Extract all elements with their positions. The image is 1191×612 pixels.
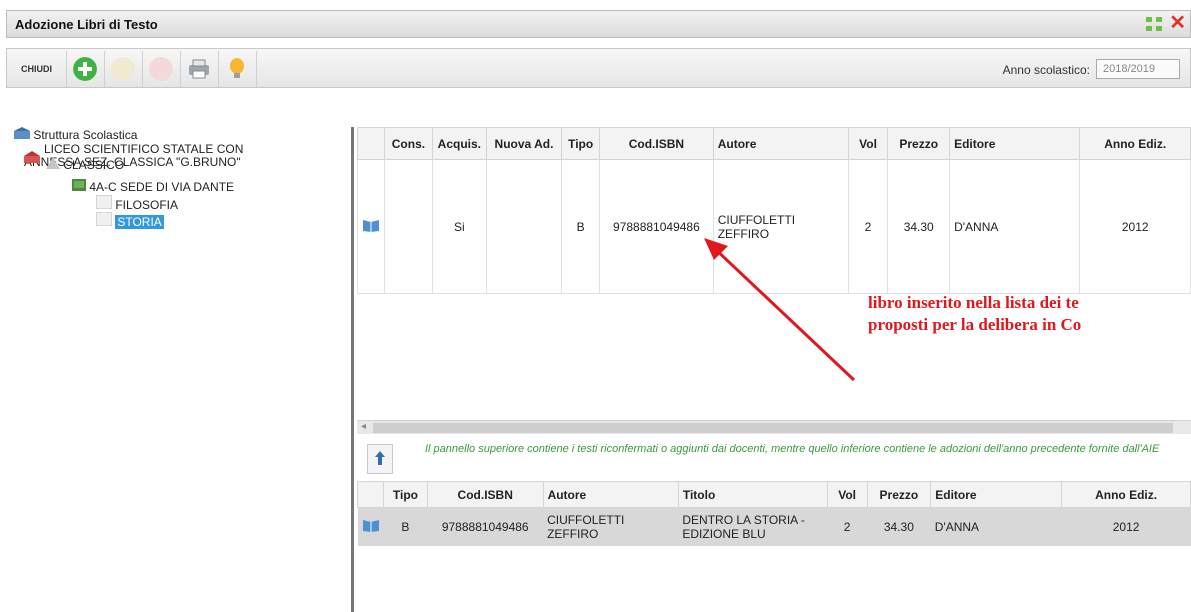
table-header-editore[interactable]: Editore xyxy=(949,127,1081,160)
cell-prezzo: 34.30 xyxy=(887,159,951,294)
table-header-titolo[interactable]: Titolo xyxy=(677,481,828,508)
table-header-prezzo[interactable]: Prezzo xyxy=(866,481,932,508)
close-button[interactable]: CHIUDI xyxy=(7,51,67,87)
scroll-left-icon[interactable]: ◂ xyxy=(361,421,366,432)
cell-tipo: B xyxy=(383,507,428,546)
table-header-anno[interactable]: Anno Ediz. xyxy=(1061,481,1191,508)
table-header xyxy=(357,481,384,508)
add-icon xyxy=(73,57,97,81)
tree-panel: Struttura Scolastica LICEO SCIENTIFICO S… xyxy=(6,127,354,612)
book-icon xyxy=(363,220,379,232)
info-bar: Il pannello superiore contiene i testi r… xyxy=(357,436,1191,478)
tree-node-class[interactable]: 4A-C SEDE DI VIA DANTE xyxy=(72,179,234,194)
subject-icon xyxy=(95,194,113,210)
toolbar: CHIUDI Anno scolastico: 2018/2019 xyxy=(6,48,1191,88)
arrow-up-icon xyxy=(375,451,385,465)
cell-editore: D'ANNA xyxy=(949,159,1081,294)
maximize-icon[interactable] xyxy=(1146,17,1162,31)
school-structure-icon xyxy=(14,127,30,139)
cell-tipo: B xyxy=(561,159,601,294)
cell-nuova xyxy=(485,159,563,294)
tree-subject-label: FILOSOFIA xyxy=(115,198,179,212)
window-titlebar: Adozione Libri di Testo ✕ xyxy=(6,10,1191,38)
tree-class-label: 4A-C SEDE DI VIA DANTE xyxy=(89,180,235,194)
window-title: Adozione Libri di Testo xyxy=(15,17,158,32)
cell-isbn: 9788881049486 xyxy=(427,507,544,546)
table-header-tipo[interactable]: Tipo xyxy=(383,481,428,508)
table-header-autore[interactable]: Autore xyxy=(542,481,679,508)
table-header-row: Tipo Cod.ISBN Autore Titolo Vol Prezzo E… xyxy=(357,481,1191,508)
annotation-arrow xyxy=(704,238,856,382)
delete-icon xyxy=(149,57,173,81)
previous-year-grid: Tipo Cod.ISBN Autore Titolo Vol Prezzo E… xyxy=(357,481,1191,546)
cell-anno: 2012 xyxy=(1079,159,1191,294)
book-cell[interactable] xyxy=(357,159,385,294)
previous-year-table: Tipo Cod.ISBN Autore Titolo Vol Prezzo E… xyxy=(357,481,1191,546)
school-year-select[interactable]: 2018/2019 xyxy=(1096,59,1180,79)
tree-node-root[interactable]: Struttura Scolastica xyxy=(14,127,137,142)
subject-icon xyxy=(95,211,113,227)
annotation-note: libro inserito nella lista dei te propos… xyxy=(868,292,1081,336)
lightbulb-icon xyxy=(230,58,244,78)
book-icon xyxy=(362,520,379,533)
annotation-line-1: libro inserito nella lista dei te xyxy=(868,293,1079,312)
cell-isbn: 9788881049486 xyxy=(599,159,714,294)
cell-autore: CIUFFOLETTI ZEFFIRO xyxy=(543,507,679,546)
tree-node-subject-storia[interactable]: STORIA xyxy=(95,211,164,229)
table-header-prezzo[interactable]: Prezzo xyxy=(887,127,951,160)
edit-button[interactable] xyxy=(105,51,143,87)
close-icon[interactable]: ✕ xyxy=(1169,13,1186,33)
table-header-anno[interactable]: Anno Ediz. xyxy=(1079,127,1191,160)
cell-titolo: DENTRO LA STORIA - EDIZIONE BLU xyxy=(678,507,828,546)
table-header-editore[interactable]: Editore xyxy=(930,481,1063,508)
tree-subject-label: STORIA xyxy=(115,215,164,229)
school-year-value: 2018/2019 xyxy=(1103,63,1155,75)
table-header-isbn[interactable]: Cod.ISBN xyxy=(599,127,714,160)
table-header-nuova[interactable]: Nuova Ad. xyxy=(485,127,563,160)
tree-node-section[interactable]: CLASSICO xyxy=(46,157,124,172)
table-header-vol[interactable]: Vol xyxy=(847,127,889,160)
print-icon xyxy=(189,59,209,79)
cell-vol: 2 xyxy=(827,507,867,546)
tips-button[interactable] xyxy=(219,51,257,87)
cell-prezzo: 34.30 xyxy=(867,507,931,546)
tree-root-label: Struttura Scolastica xyxy=(33,128,138,142)
class-icon xyxy=(72,179,86,191)
section-icon xyxy=(46,157,60,169)
add-button[interactable] xyxy=(67,51,105,87)
cell-anno: 2012 xyxy=(1061,507,1191,546)
cell-editore: D'ANNA xyxy=(930,507,1062,546)
annotation-line-2: proposti per la delibera in Co xyxy=(868,315,1082,334)
scrollbar-thumb[interactable] xyxy=(373,423,1173,433)
tree-section-label: CLASSICO xyxy=(63,158,125,172)
book-cell[interactable] xyxy=(357,507,384,546)
move-up-button[interactable] xyxy=(367,444,393,474)
edit-icon xyxy=(111,57,135,81)
close-button-label: CHIUDI xyxy=(21,64,52,74)
table-header-acquis[interactable]: Acquis. xyxy=(431,127,487,160)
school-icon xyxy=(24,151,40,163)
table-header-isbn[interactable]: Cod.ISBN xyxy=(426,481,544,508)
table-header-vol[interactable]: Vol xyxy=(826,481,868,508)
info-text: Il pannello superiore contiene i testi r… xyxy=(425,443,1160,455)
delete-button[interactable] xyxy=(143,51,181,87)
tree-node-subject-filosofia[interactable]: FILOSOFIA xyxy=(95,194,179,212)
table-header-autore[interactable]: Autore xyxy=(712,127,849,160)
cell-cons xyxy=(384,159,433,294)
table-header xyxy=(357,127,385,160)
table-row[interactable]: B 9788881049486 CIUFFOLETTI ZEFFIRO DENT… xyxy=(357,507,1191,546)
print-button[interactable] xyxy=(181,51,219,87)
table-header-row: Cons. Acquis. Nuova Ad. Tipo Cod.ISBN Au… xyxy=(357,127,1191,160)
horizontal-scrollbar[interactable]: ◂ xyxy=(357,420,1191,434)
table-header-cons[interactable]: Cons. xyxy=(384,127,433,160)
cell-acquis: Si xyxy=(431,159,487,294)
table-header-tipo[interactable]: Tipo xyxy=(561,127,601,160)
school-year-label: Anno scolastico: xyxy=(1002,63,1090,77)
